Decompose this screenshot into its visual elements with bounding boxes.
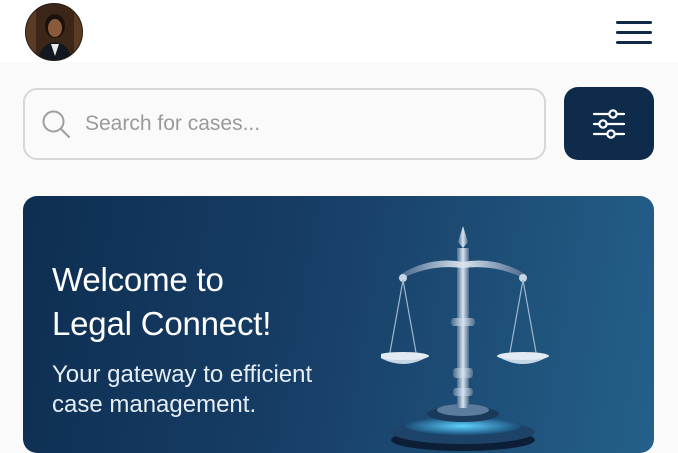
- menu-bar: [616, 31, 652, 34]
- banner-subtitle-line: Your gateway to efficient: [52, 361, 313, 388]
- banner-subtitle-line: case management.: [52, 391, 257, 418]
- top-bar: [0, 0, 678, 62]
- banner-title: Welcome to Legal Connect!: [52, 258, 372, 346]
- filter-button[interactable]: [564, 87, 654, 160]
- welcome-banner: Welcome to Legal Connect! Your gateway t…: [23, 196, 654, 453]
- user-avatar[interactable]: [25, 3, 83, 61]
- banner-subtitle: Your gateway to efficient case managemen…: [52, 360, 372, 420]
- banner-title-line: Legal Connect!: [52, 305, 272, 342]
- search-box[interactable]: [23, 88, 546, 160]
- search-input[interactable]: [85, 112, 505, 136]
- scales-of-justice-icon: [381, 226, 549, 451]
- menu-bar: [616, 21, 652, 24]
- menu-bar: [616, 41, 652, 44]
- search-icon: [42, 110, 70, 138]
- sliders-icon: [592, 108, 626, 139]
- menu-button[interactable]: [612, 18, 656, 48]
- banner-title-line: Welcome to: [52, 261, 224, 298]
- avatar-image: [26, 4, 82, 60]
